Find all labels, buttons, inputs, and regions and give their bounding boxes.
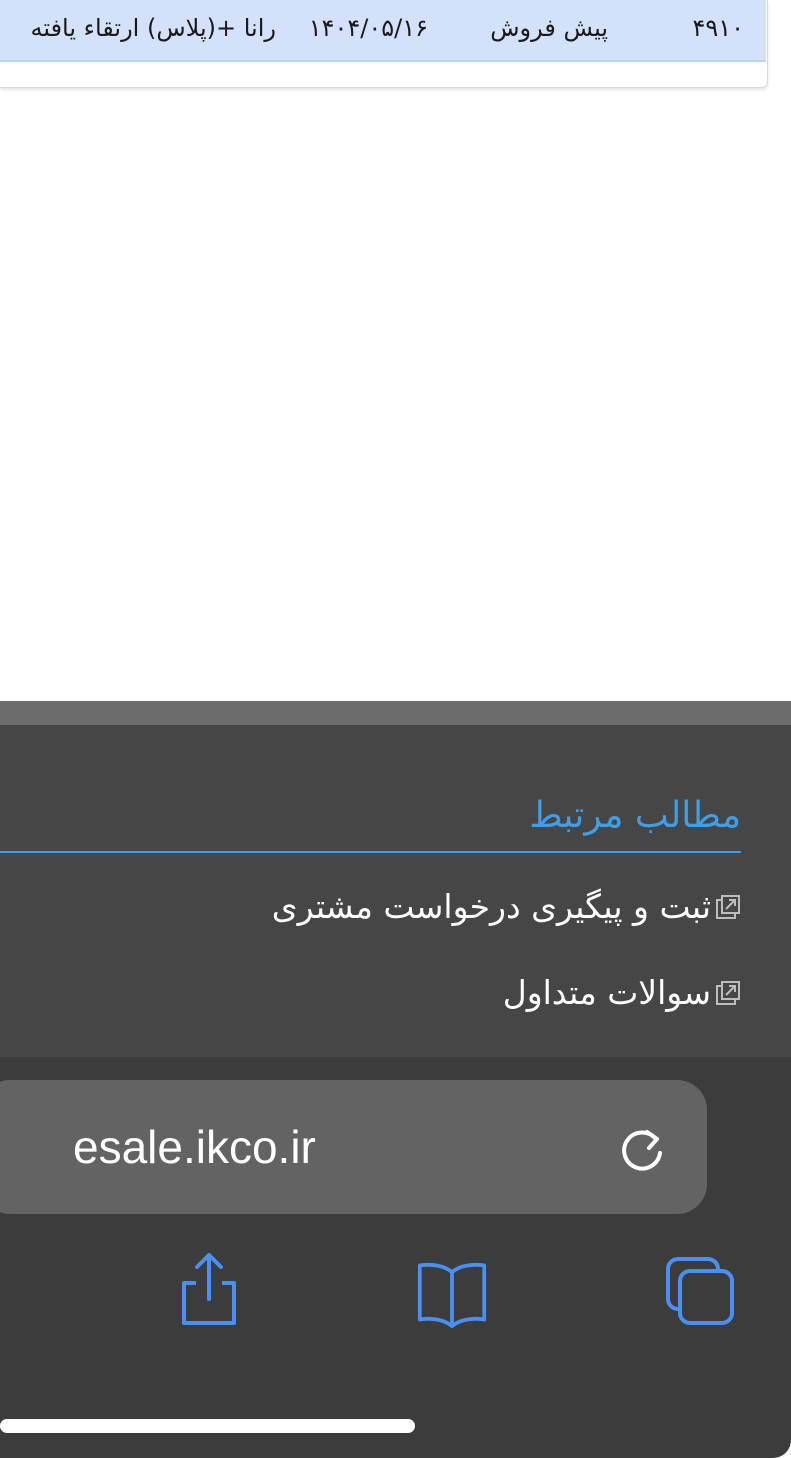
table-row[interactable]: ۴۹۱۰ پیش فروش ۱۴۰۴/۰۵/۱۶ رانا +(پلاس) ار… <box>0 0 766 62</box>
related-title: مطالب مرتبط <box>529 795 741 836</box>
order-product-cell: رانا +(پلاس) ارتقاء یافته <box>30 14 276 42</box>
address-text: esale.ikco.ir <box>73 1121 316 1173</box>
external-link-icon <box>716 980 740 1005</box>
home-indicator <box>0 1419 415 1433</box>
external-link-icon <box>716 894 740 919</box>
order-date-cell: ۱۴۰۴/۰۵/۱۶ <box>308 14 428 42</box>
footer-top-strip <box>0 701 791 725</box>
related-divider <box>0 851 741 853</box>
order-status-cell: پیش فروش <box>490 14 608 42</box>
site-footer: مطالب مرتبط ثبت و پیگیری درخواست مشتری س… <box>0 725 791 1065</box>
bookmarks-icon[interactable] <box>416 1255 488 1331</box>
orders-table: ۴۹۱۰ پیش فروش ۱۴۰۴/۰۵/۱۶ رانا +(پلاس) ار… <box>0 0 768 88</box>
address-bar[interactable]: esale.ikco.ir <box>0 1080 707 1214</box>
related-link-customer-request[interactable]: ثبت و پیگیری درخواست مشتری <box>272 887 741 926</box>
related-link-label: ثبت و پیگیری درخواست مشتری <box>271 887 711 926</box>
share-icon[interactable] <box>172 1251 244 1327</box>
reload-icon[interactable] <box>616 1122 668 1176</box>
related-link-label: سوالات متداول <box>502 973 711 1012</box>
related-link-faq[interactable]: سوالات متداول <box>503 973 741 1012</box>
tabs-icon[interactable] <box>664 1255 736 1331</box>
browser-toolbar: esale.ikco.ir <box>0 1057 791 1458</box>
order-id-cell: ۴۹۱۰ <box>692 14 744 42</box>
